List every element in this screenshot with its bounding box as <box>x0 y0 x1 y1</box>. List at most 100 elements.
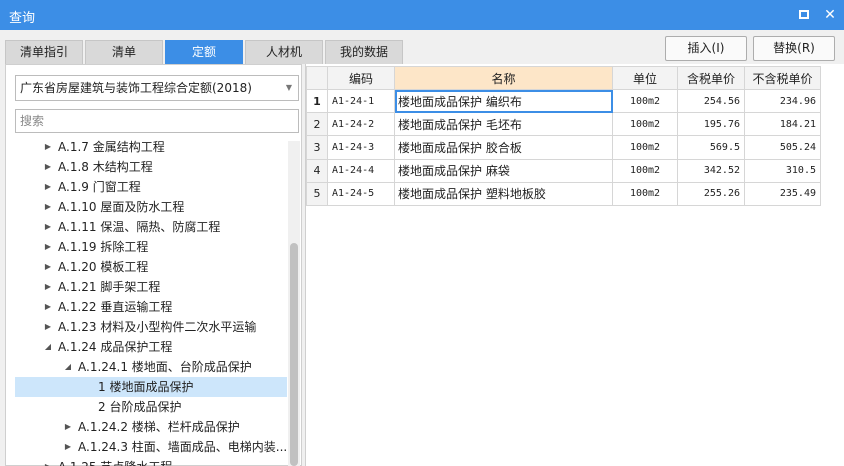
expand-arrow-icon[interactable]: ▶ <box>63 417 73 437</box>
tree-item-label: A.1.24.1 楼地面、台阶成品保护 <box>78 360 252 374</box>
tab-label: 我的数据 <box>339 45 388 59</box>
tree-scrollbar[interactable] <box>288 141 300 466</box>
tree-item[interactable]: 2 台阶成品保护 <box>15 397 287 417</box>
cell-price-without-tax[interactable]: 184.21 <box>744 112 821 137</box>
expand-arrow-icon[interactable]: ▶ <box>43 177 53 197</box>
expand-arrow-icon[interactable]: ▶ <box>43 297 53 317</box>
cell-name[interactable]: 楼地面成品保护 编织布 <box>394 88 613 114</box>
column-header-code[interactable]: 编码 <box>327 66 395 90</box>
cell-code[interactable]: A1-24-2 <box>327 112 395 137</box>
tab-quota[interactable]: 定额 <box>165 40 243 64</box>
cell-price-without-tax[interactable]: 234.96 <box>744 88 821 114</box>
row-number: 2 <box>306 112 328 137</box>
cell-price-with-tax[interactable]: 254.56 <box>677 88 745 114</box>
tab-label: 定额 <box>191 45 216 59</box>
expand-arrow-icon[interactable]: ▶ <box>43 197 53 217</box>
cell-unit[interactable]: 100m2 <box>612 88 678 114</box>
tree-item-label: A.1.24 成品保护工程 <box>58 340 173 354</box>
column-header-price-without-tax[interactable]: 不含税单价 <box>744 66 821 90</box>
tree-item-label: A.1.24.2 楼梯、栏杆成品保护 <box>78 420 240 434</box>
column-header-name[interactable]: 名称 <box>394 66 613 90</box>
table-row[interactable]: 2 A1-24-2 楼地面成品保护 毛坯布 100m2 195.76 184.2… <box>306 112 821 137</box>
cell-price-with-tax[interactable]: 255.26 <box>677 181 745 207</box>
quota-library-select[interactable]: 广东省房屋建筑与装饰工程综合定额(2018) ▼ <box>15 75 299 101</box>
tree-item[interactable]: ▶ A.1.20 模板工程 <box>15 257 287 277</box>
search-input[interactable] <box>15 109 299 133</box>
tab-labor-material-machine[interactable]: 人材机 <box>245 40 323 64</box>
table-row[interactable]: 5 A1-24-5 楼地面成品保护 塑料地板胶 100m2 255.26 235… <box>306 181 821 207</box>
tree-item[interactable]: ▶ A.1.23 材料及小型构件二次水平运输 <box>15 317 287 337</box>
tree-item[interactable]: ◢ A.1.24.1 楼地面、台阶成品保护 <box>15 357 287 377</box>
tab-list[interactable]: 清单 <box>85 40 163 64</box>
tree-item[interactable]: ▶ A.1.24.2 楼梯、栏杆成品保护 <box>15 417 287 437</box>
expand-arrow-icon[interactable]: ▶ <box>63 437 73 457</box>
table-row[interactable]: 1 A1-24-1 楼地面成品保护 编织布 100m2 254.56 234.9… <box>306 88 821 114</box>
close-button[interactable]: ✕ <box>820 5 840 25</box>
cell-price-without-tax[interactable]: 310.5 <box>744 158 821 183</box>
expand-arrow-icon[interactable]: ▶ <box>43 277 53 297</box>
tree-item-label: A.1.21 脚手架工程 <box>58 280 161 294</box>
row-number: 4 <box>306 158 328 183</box>
collapse-arrow-icon[interactable]: ◢ <box>43 337 53 357</box>
cell-code[interactable]: A1-24-3 <box>327 135 395 160</box>
column-header-price-with-tax[interactable]: 含税单价 <box>677 66 745 90</box>
expand-arrow-icon[interactable]: ▶ <box>43 257 53 277</box>
cell-unit[interactable]: 100m2 <box>612 158 678 183</box>
tree-item-label: A.1.25 艺点降水工程 <box>58 457 172 466</box>
column-header-unit[interactable]: 单位 <box>612 66 678 90</box>
expand-arrow-icon[interactable]: ▶ <box>43 457 53 466</box>
quota-result-table: 编码 名称 单位 含税单价 不含税单价 1 A1-24-1 楼地面成品保护 编织… <box>306 66 821 207</box>
cell-name[interactable]: 楼地面成品保护 胶合板 <box>394 135 613 160</box>
cell-unit[interactable]: 100m2 <box>612 112 678 137</box>
tree-item[interactable]: ▶ A.1.9 门窗工程 <box>15 177 287 197</box>
scrollbar-thumb[interactable] <box>290 243 298 466</box>
tree-item[interactable]: ▶ A.1.22 垂直运输工程 <box>15 297 287 317</box>
tree-item-label: A.1.8 木结构工程 <box>58 160 153 174</box>
tree-item-label: A.1.7 金属结构工程 <box>58 140 165 154</box>
tab-list-guide[interactable]: 清单指引 <box>5 40 83 64</box>
replace-button[interactable]: 替换(R) <box>753 36 835 61</box>
cell-price-with-tax[interactable]: 195.76 <box>677 112 745 137</box>
expand-arrow-icon[interactable]: ▶ <box>43 317 53 337</box>
cell-name[interactable]: 楼地面成品保护 麻袋 <box>394 158 613 183</box>
window-titlebar: 查询 ✕ <box>0 0 844 30</box>
tree-item[interactable]: ▶ A.1.19 拆除工程 <box>15 237 287 257</box>
cell-unit[interactable]: 100m2 <box>612 181 678 207</box>
tree-item-label: A.1.10 屋面及防水工程 <box>58 200 185 214</box>
tree-item[interactable]: ▶ A.1.7 金属结构工程 <box>15 137 287 157</box>
tab-my-data[interactable]: 我的数据 <box>325 40 403 64</box>
tree-item[interactable]: ▶ A.1.21 脚手架工程 <box>15 277 287 297</box>
tree-item[interactable]: ▶ A.1.10 屋面及防水工程 <box>15 197 287 217</box>
tree-item-selected[interactable]: 1 楼地面成品保护 <box>15 377 287 397</box>
cell-name[interactable]: 楼地面成品保护 毛坯布 <box>394 112 613 137</box>
expand-arrow-icon[interactable]: ▶ <box>43 157 53 177</box>
tree-item-label: A.1.24.3 柱面、墙面成品、电梯内装... <box>78 440 287 454</box>
cell-code[interactable]: A1-24-5 <box>327 181 395 207</box>
tab-label: 清单 <box>111 45 136 59</box>
tree-item[interactable]: ▶ A.1.8 木结构工程 <box>15 157 287 177</box>
cell-code[interactable]: A1-24-4 <box>327 158 395 183</box>
tree-item[interactable]: ▶ A.1.11 保温、隔热、防腐工程 <box>15 217 287 237</box>
cell-name[interactable]: 楼地面成品保护 塑料地板胶 <box>394 181 613 207</box>
cell-code[interactable]: A1-24-1 <box>327 88 395 114</box>
chevron-down-icon: ▼ <box>285 83 292 92</box>
maximize-icon <box>799 10 809 19</box>
tree-item-label: A.1.23 材料及小型构件二次水平运输 <box>58 320 257 334</box>
cell-price-without-tax[interactable]: 235.49 <box>744 181 821 207</box>
tree-item[interactable]: ◢ A.1.24 成品保护工程 <box>15 337 287 357</box>
expand-arrow-icon[interactable]: ▶ <box>43 137 53 157</box>
collapse-arrow-icon[interactable]: ◢ <box>63 357 73 377</box>
cell-price-without-tax[interactable]: 505.24 <box>744 135 821 160</box>
quota-tree-panel: 广东省房屋建筑与装饰工程综合定额(2018) ▼ ▶ A.1.7 金属结构工程 ▶… <box>5 64 302 466</box>
tree-item[interactable]: ▶ A.1.24.3 柱面、墙面成品、电梯内装... <box>15 437 287 457</box>
expand-arrow-icon[interactable]: ▶ <box>43 237 53 257</box>
expand-arrow-icon[interactable]: ▶ <box>43 217 53 237</box>
cell-unit[interactable]: 100m2 <box>612 135 678 160</box>
maximize-button[interactable] <box>794 5 814 25</box>
table-row[interactable]: 4 A1-24-4 楼地面成品保护 麻袋 100m2 342.52 310.5 <box>306 158 821 183</box>
insert-button[interactable]: 插入(I) <box>665 36 747 61</box>
table-row[interactable]: 3 A1-24-3 楼地面成品保护 胶合板 100m2 569.5 505.24 <box>306 135 821 160</box>
cell-price-with-tax[interactable]: 569.5 <box>677 135 745 160</box>
tree-item[interactable]: ▶ A.1.25 艺点降水工程 <box>15 457 287 466</box>
cell-price-with-tax[interactable]: 342.52 <box>677 158 745 183</box>
